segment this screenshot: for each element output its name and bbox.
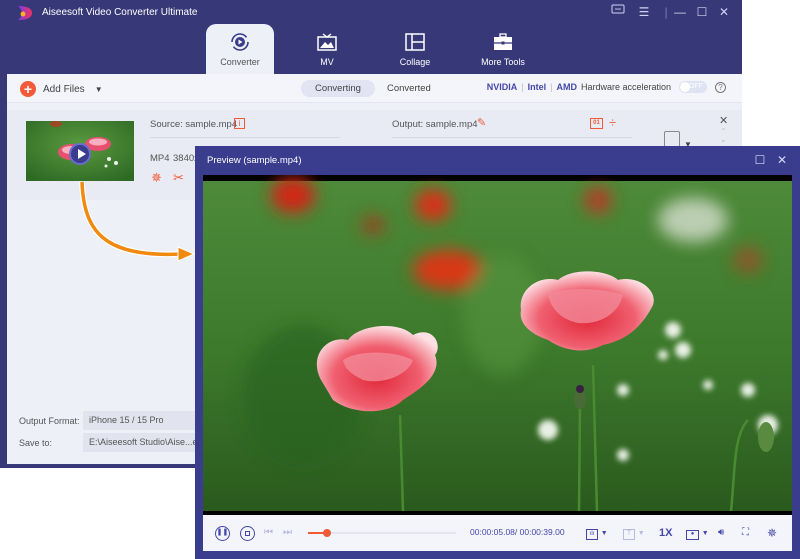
fullscreen-icon[interactable]: ⛶ (742, 526, 749, 540)
close-icon[interactable]: ✕ (775, 153, 789, 167)
merge-icon[interactable]: ÷ (609, 115, 616, 130)
subtitle-icon[interactable]: 01 (590, 118, 603, 129)
source-filename: Source: sample.mp4 (150, 119, 238, 130)
output-format-label: Output Format: (19, 416, 80, 426)
tab-more-tools[interactable]: More Tools (469, 24, 537, 74)
vendor-amd: AMD (556, 82, 577, 92)
feedback-icon[interactable] (610, 4, 626, 20)
minimize-icon[interactable]: — (672, 4, 688, 20)
hw-label: Hardware acceleration (580, 82, 671, 92)
subtitle-button[interactable]: T ▼ (623, 526, 645, 540)
collage-icon (405, 33, 425, 51)
pause-button[interactable]: ❚❚ (215, 526, 230, 541)
close-icon[interactable]: ✕ (716, 4, 732, 20)
vendor-nvidia: NVIDIA (486, 82, 518, 92)
plus-icon: + (20, 81, 36, 97)
speed-button[interactable]: 1X (659, 526, 672, 540)
edit-icon[interactable]: ✎ (477, 116, 486, 129)
info-icon[interactable]: i (234, 118, 245, 129)
hardware-acceleration: NVIDIA | Intel | AMD Hardware accelerati… (487, 81, 726, 93)
output-filename: Output: sample.mp4 (392, 119, 478, 130)
video-frame[interactable] (203, 175, 792, 515)
format-label: MP4 (150, 153, 170, 164)
remove-file-icon[interactable]: ✕ (719, 114, 728, 127)
app-title: Aiseesoft Video Converter Ultimate (42, 7, 198, 18)
mv-icon (317, 33, 337, 51)
maximize-icon[interactable]: ☐ (753, 153, 767, 167)
tab-collage[interactable]: Collage (381, 24, 449, 74)
save-to-label: Save to: (19, 438, 53, 448)
volume-icon[interactable]: 🔊︎ (718, 526, 724, 540)
main-nav: Converter MV Collage More Tools (0, 24, 742, 74)
tab-converted[interactable]: Converted (373, 80, 445, 97)
vendor-intel: Intel (527, 82, 547, 92)
move-down-icon[interactable]: ⌄ (720, 135, 727, 144)
stop-button[interactable] (240, 526, 255, 541)
preview-window: Preview (sample.mp4) ☐ ✕ ❚❚ ⏮ ⏭ 00:00:05… (195, 146, 800, 559)
pointer-arrow (79, 181, 196, 262)
previous-frame-icon[interactable]: ⏮ (264, 526, 273, 540)
title-bar: Aiseesoft Video Converter Ultimate ☰ | —… (0, 0, 742, 24)
player-controls: ❚❚ ⏮ ⏭ 00:00:05.08/ 00:00:39.00 ılı ▼ T … (203, 515, 792, 551)
current-time: 00:00:05.08 (470, 527, 515, 537)
tab-converter[interactable]: Converter (206, 24, 274, 74)
toolbox-icon (494, 33, 512, 50)
converter-toolbar: + Add Files ▼ Converting Converted NVIDI… (7, 74, 742, 103)
timecode: 00:00:05.08/ 00:00:39.00 (470, 527, 565, 537)
add-files-button[interactable]: + Add Files ▼ (20, 81, 103, 97)
caret-down-icon[interactable]: ▼ (95, 85, 103, 94)
save-to-field[interactable]: E:\Aiseesoft Studio\Aise...er (83, 433, 203, 452)
converter-icon (231, 33, 249, 51)
play-icon[interactable] (69, 143, 91, 165)
maximize-icon[interactable]: ☐ (694, 4, 710, 20)
enhance-icon[interactable]: ✵ (767, 526, 777, 540)
preview-title: Preview (sample.mp4) (207, 155, 302, 166)
help-icon[interactable]: ? (715, 81, 726, 93)
seek-handle[interactable] (323, 529, 332, 537)
snapshot-button[interactable]: ● ▼ (686, 526, 709, 540)
output-format-select[interactable]: iPhone 15 / 15 Pro (83, 411, 203, 430)
app-logo-icon (18, 6, 32, 20)
hw-toggle[interactable]: OFF (679, 81, 707, 93)
tab-mv[interactable]: MV (293, 24, 361, 74)
next-frame-icon[interactable]: ⏭ (283, 526, 292, 540)
seek-bar[interactable] (308, 529, 456, 537)
audio-track-button[interactable]: ılı ▼ (586, 526, 608, 540)
tab-converting[interactable]: Converting (301, 80, 375, 97)
total-time: 00:00:39.00 (519, 527, 565, 537)
menu-icon[interactable]: ☰ (636, 4, 652, 20)
